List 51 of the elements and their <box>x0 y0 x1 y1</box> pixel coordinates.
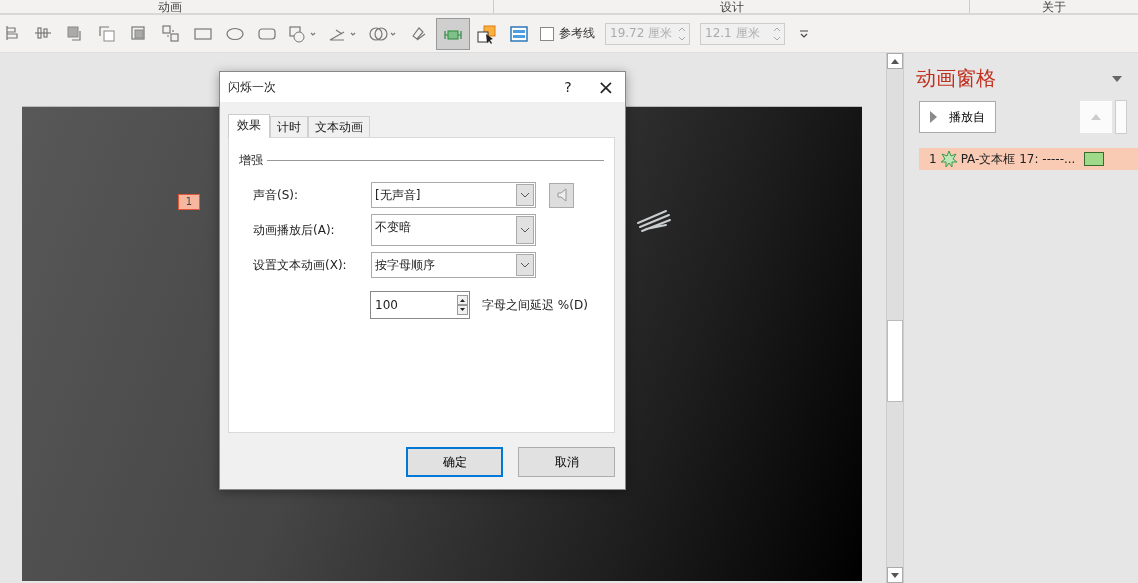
dialog-title: 闪烁一次 <box>228 78 277 96</box>
shapes-icon[interactable] <box>288 23 318 44</box>
move-up-button[interactable] <box>1080 101 1112 133</box>
ribbon-tab[interactable]: 动画 <box>157 1 182 13</box>
group-icon[interactable] <box>161 23 181 44</box>
chevron-down-icon <box>520 262 530 268</box>
dropdown-field[interactable]: [无声音] <box>371 182 536 208</box>
scroll-up-icon[interactable] <box>891 58 899 64</box>
layout-icon[interactable] <box>509 23 529 44</box>
close-button[interactable]: × <box>591 75 621 99</box>
animation-item[interactable]: 1 PA-文本框 17: -----... <box>919 148 1138 170</box>
delay-field[interactable]: 100 <box>370 291 470 319</box>
chevron-down-icon <box>520 192 530 198</box>
chevron-down-icon <box>520 227 530 233</box>
field-label: 声音(S): <box>252 186 300 204</box>
timing-bar <box>1084 152 1105 166</box>
scrollbar[interactable] <box>886 53 904 583</box>
spin-down-icon[interactable] <box>457 305 468 315</box>
dropdown-field[interactable]: 按字母顺序 <box>371 252 536 278</box>
scribble-drawing <box>636 207 672 233</box>
dropdown-field[interactable]: 不变暗 <box>371 214 536 246</box>
ribbon-tab[interactable]: 设计 <box>719 1 744 13</box>
speaker-button[interactable] <box>549 182 574 208</box>
up-icon <box>1091 114 1101 120</box>
field-label: 设置文本动画(X): <box>252 256 348 274</box>
more-options-icon[interactable] <box>799 28 809 39</box>
dialog-tab[interactable]: 文本动画 <box>308 116 370 137</box>
group-label: 增强 <box>239 152 263 169</box>
speaker-icon <box>556 187 567 203</box>
animation-tag: 1 <box>178 194 200 210</box>
star-burst-icon <box>939 150 958 168</box>
guides-label: 参考线 <box>559 25 595 42</box>
spin-up-icon[interactable] <box>457 295 468 305</box>
dropdown-icon[interactable] <box>1112 75 1122 82</box>
scroll-down-icon[interactable] <box>891 572 899 578</box>
scroll-thumb[interactable] <box>887 320 903 402</box>
help-button[interactable]: ? <box>553 79 583 95</box>
send-backward-icon[interactable] <box>97 23 117 44</box>
pane-title: 动画窗格 <box>916 65 996 92</box>
dialog-button[interactable]: 确定 <box>406 447 503 477</box>
dialog-tab[interactable]: 效果 <box>228 114 270 138</box>
move-down-button[interactable] <box>1115 100 1127 134</box>
play-icon <box>930 111 937 123</box>
select-cursor-icon[interactable] <box>476 23 498 44</box>
field-label: 动画播放后(A): <box>252 221 336 239</box>
dialog-tab[interactable]: 计时 <box>270 116 308 137</box>
play-from-button[interactable]: 播放自 <box>919 101 996 133</box>
guides-checkbox[interactable] <box>540 26 554 41</box>
dialog-button[interactable]: 取消 <box>518 447 615 477</box>
ribbon-tab[interactable]: 关于 <box>1042 1 1066 13</box>
delay-label: 字母之间延迟 %(D) <box>482 296 588 314</box>
